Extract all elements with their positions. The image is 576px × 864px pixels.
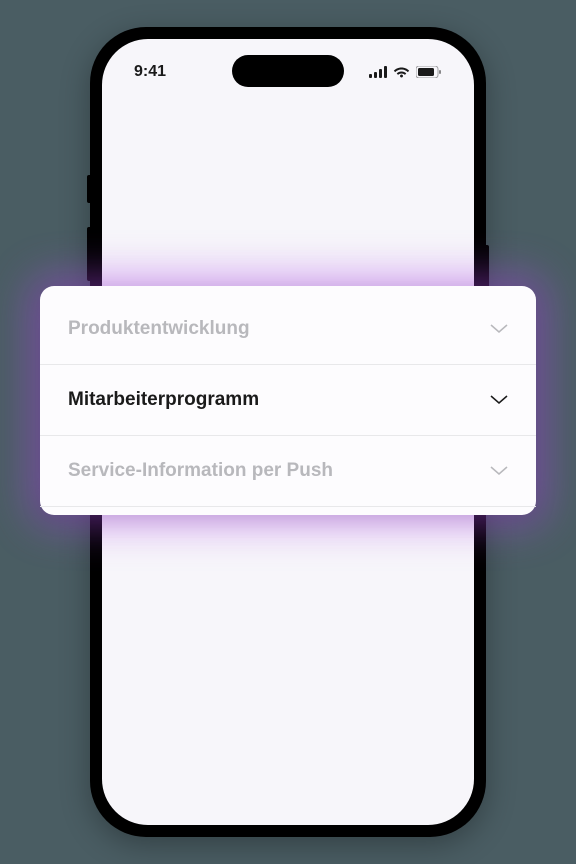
list-item-produktentwicklung[interactable]: Produktentwicklung bbox=[40, 294, 536, 365]
phone-silence-button bbox=[87, 175, 90, 203]
chevron-down-icon bbox=[490, 324, 508, 334]
dynamic-island bbox=[232, 55, 344, 87]
cellular-signal-icon bbox=[369, 66, 387, 78]
battery-icon bbox=[416, 66, 442, 78]
status-icons bbox=[369, 66, 442, 78]
phone-volume-up-button bbox=[87, 227, 90, 281]
list-item-label: Mitarbeiterprogramm bbox=[68, 389, 259, 411]
chevron-down-icon bbox=[490, 466, 508, 476]
list-item-label: Produktentwicklung bbox=[68, 318, 250, 340]
list-item-mitarbeiterprogramm[interactable]: Mitarbeiterprogramm bbox=[40, 365, 536, 436]
list-item-service-information[interactable]: Service-Information per Push bbox=[40, 436, 536, 507]
status-time: 9:41 bbox=[134, 63, 166, 81]
wifi-icon bbox=[393, 66, 410, 78]
settings-card: Produktentwicklung Mitarbeiterprogramm S… bbox=[40, 286, 536, 515]
chevron-down-icon bbox=[490, 395, 508, 405]
list-item-label: Service-Information per Push bbox=[68, 460, 333, 482]
